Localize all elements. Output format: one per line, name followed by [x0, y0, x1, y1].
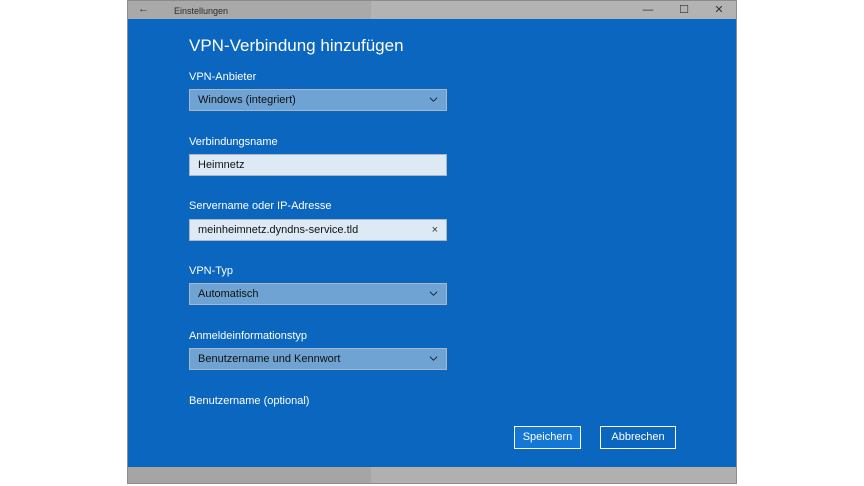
server-input[interactable]: meinheimnetz.dyndns-service.tld × [189, 219, 447, 241]
vpn-provider-label: VPN-Anbieter [189, 71, 257, 83]
vpn-provider-select[interactable]: Windows (integriert) [189, 89, 447, 111]
window-title: Einstellungen [174, 6, 229, 16]
vpn-dialog: VPN-Verbindung hinzufügen VPN-Anbieter W… [128, 19, 736, 467]
title-bar: ← Einstellungen — ☐ ✕ [128, 1, 736, 19]
maximize-icon[interactable]: ☐ [670, 3, 698, 17]
clear-icon[interactable]: × [432, 220, 438, 240]
window-bottom-bar [128, 467, 736, 483]
credential-type-select[interactable]: Benutzername und Kennwort [189, 348, 447, 370]
chevron-down-icon [429, 291, 438, 296]
save-button[interactable]: Speichern [514, 426, 581, 449]
close-icon[interactable]: ✕ [705, 3, 733, 17]
minimize-icon[interactable]: — [634, 3, 662, 17]
username-label: Benutzername (optional) [189, 395, 310, 407]
vpn-provider-value: Windows (integriert) [198, 94, 296, 106]
dialog-title: VPN-Verbindung hinzufügen [189, 36, 404, 55]
connection-name-input[interactable]: Heimnetz [189, 154, 447, 176]
cancel-button[interactable]: Abbrechen [600, 426, 676, 449]
back-arrow-icon[interactable]: ← [138, 4, 149, 15]
chevron-down-icon [429, 97, 438, 102]
server-value: meinheimnetz.dyndns-service.tld [198, 224, 359, 236]
server-label: Servername oder IP-Adresse [189, 200, 332, 212]
connection-name-value: Heimnetz [198, 159, 245, 171]
credential-type-value: Benutzername und Kennwort [198, 353, 341, 365]
connection-name-label: Verbindungsname [189, 136, 278, 148]
chevron-down-icon [429, 356, 438, 361]
vpn-type-select[interactable]: Automatisch [189, 283, 447, 305]
vpn-type-value: Automatisch [198, 288, 259, 300]
settings-window: ← Einstellungen — ☐ ✕ VPN-Verbindung hin… [127, 0, 737, 484]
credential-type-label: Anmeldeinformationstyp [189, 330, 308, 342]
vpn-type-label: VPN-Typ [189, 265, 234, 277]
